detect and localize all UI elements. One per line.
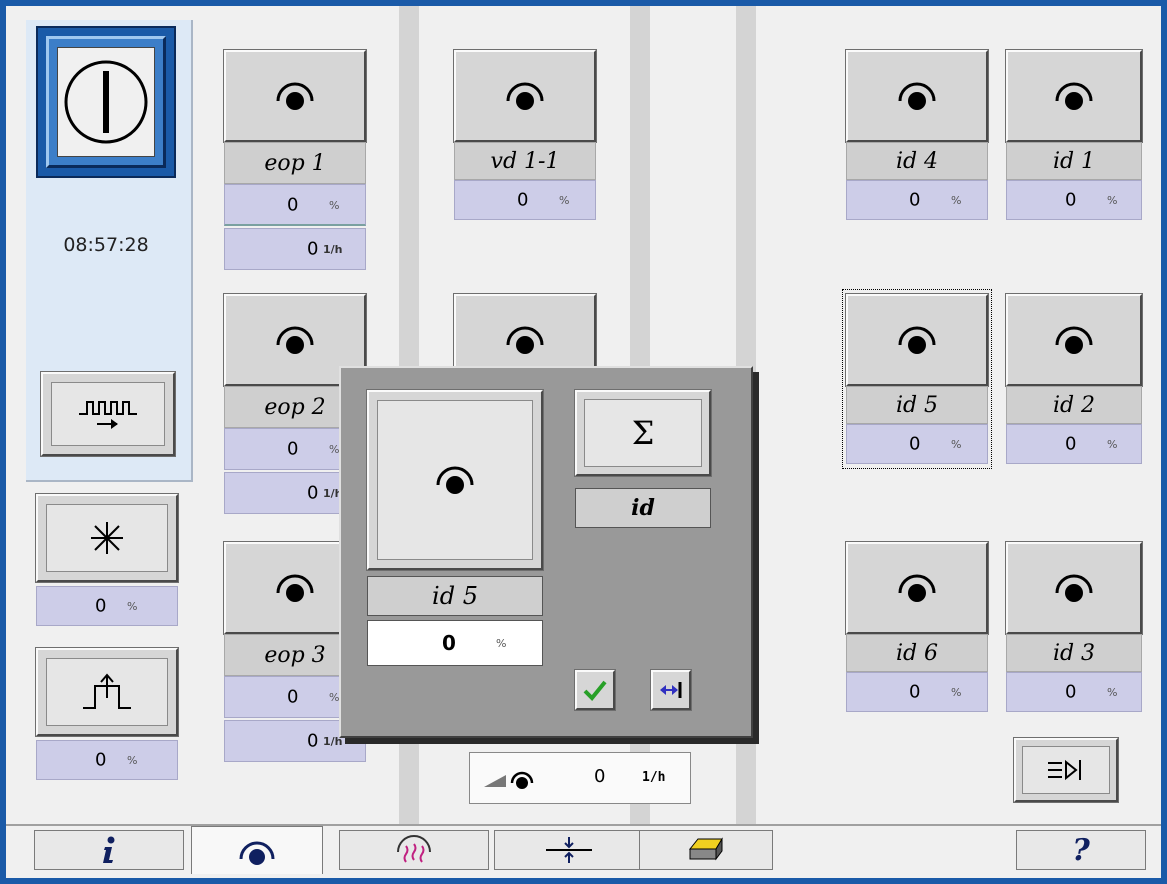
id1-value: 0%: [1006, 180, 1142, 220]
list-button[interactable]: [1014, 738, 1118, 802]
eop1-button[interactable]: [224, 50, 366, 142]
id4-value: 0%: [846, 180, 988, 220]
id5-dialog: id 5 0 % Σ id: [339, 366, 753, 738]
printer-icon: [688, 837, 723, 861]
sum-icon: Σ: [584, 399, 702, 467]
ventilation-icon: [1055, 326, 1093, 354]
id2-value: 0%: [1006, 424, 1142, 464]
ventilation-icon: [898, 82, 936, 110]
id3-label: id 3: [1006, 634, 1142, 672]
ventilation-icon: [239, 841, 275, 865]
ventilation-icon: [1055, 574, 1093, 602]
vd11-value: 0%: [454, 180, 596, 220]
ventilation-icon: [506, 82, 544, 110]
pulse-value: 0%: [36, 740, 178, 780]
heat-icon: [397, 835, 431, 863]
adjust-icon: [546, 837, 592, 863]
id1-label: id 1: [1006, 142, 1142, 180]
eop1-rate: 0 1/h: [224, 228, 366, 270]
id6-value: 0%: [846, 672, 988, 712]
id2-button[interactable]: [1006, 294, 1142, 386]
dialog-value-field[interactable]: 0 %: [367, 620, 543, 666]
ventilation-icon: [276, 326, 314, 354]
dialog-label: id 5: [367, 576, 543, 616]
range-end-icon: [660, 682, 682, 698]
id6-button[interactable]: [846, 542, 988, 634]
ventilation-icon: [276, 82, 314, 110]
id4-button[interactable]: [846, 50, 988, 142]
hmi-screen: 08:57:28 0% 0% eop 1 0% 0 1/h eop 2 0% 01…: [0, 0, 1167, 884]
dialog-ventilation-button[interactable]: [367, 390, 543, 570]
ramp-unit: 1/h: [642, 770, 666, 785]
vd11-button[interactable]: [454, 50, 596, 142]
ramp-readout: 0 1/h: [469, 752, 691, 804]
vd11-label: vd 1-1: [454, 142, 596, 180]
hmi-panel: 08:57:28 0% 0% eop 1 0% 0 1/h eop 2 0% 01…: [6, 6, 1161, 878]
pulse-train-icon: [51, 382, 165, 446]
ventilation-icon: [276, 574, 314, 602]
id4-label: id 4: [846, 142, 988, 180]
ramp-value: 0: [594, 766, 606, 787]
dialog-unit: %: [496, 637, 507, 650]
pulse-step-icon: [46, 658, 168, 726]
id5-value: 0%: [846, 424, 988, 464]
id6-label: id 6: [846, 634, 988, 672]
ramp-ventilation-icon: [484, 771, 534, 789]
group-label: id: [575, 488, 711, 528]
info-icon: [103, 836, 115, 863]
range-button[interactable]: [651, 670, 691, 710]
tab-heating[interactable]: [339, 830, 489, 870]
power-button[interactable]: [36, 26, 176, 178]
ventilation-icon: [898, 326, 936, 354]
id5-label: id 5: [846, 386, 988, 424]
defrost-value: 0%: [36, 586, 178, 626]
ventilation-icon: [898, 574, 936, 602]
confirm-button[interactable]: [575, 670, 615, 710]
clock-display: 08:57:28: [63, 234, 149, 256]
dialog-value: 0: [442, 631, 456, 655]
snowflake-icon: [46, 504, 168, 572]
tab-ventilation[interactable]: [191, 826, 323, 874]
tab-adjust[interactable]: [494, 830, 644, 870]
help-icon: ?: [1072, 832, 1090, 868]
list-arrow-icon: [1022, 746, 1110, 794]
eop1-label: eop 1: [224, 142, 366, 184]
defrost-button[interactable]: [36, 494, 178, 582]
id3-button[interactable]: [1006, 542, 1142, 634]
mode-button[interactable]: [41, 372, 175, 456]
ventilation-icon: [506, 326, 544, 354]
pulse-button[interactable]: [36, 648, 178, 736]
tab-info[interactable]: [34, 830, 184, 870]
ventilation-icon: [1055, 82, 1093, 110]
tab-help[interactable]: ?: [1016, 830, 1146, 870]
id3-value: 0%: [1006, 672, 1142, 712]
tab-printer[interactable]: [639, 830, 773, 870]
power-icon: [57, 47, 155, 157]
id2-label: id 2: [1006, 386, 1142, 424]
eop1-value: 0%: [224, 184, 366, 226]
id1-button[interactable]: [1006, 50, 1142, 142]
id5-button[interactable]: [846, 294, 988, 386]
tab-bar: ?: [6, 824, 1161, 878]
checkmark-icon: [583, 680, 607, 701]
ventilation-icon: [436, 466, 474, 494]
sum-button[interactable]: Σ: [575, 390, 711, 476]
